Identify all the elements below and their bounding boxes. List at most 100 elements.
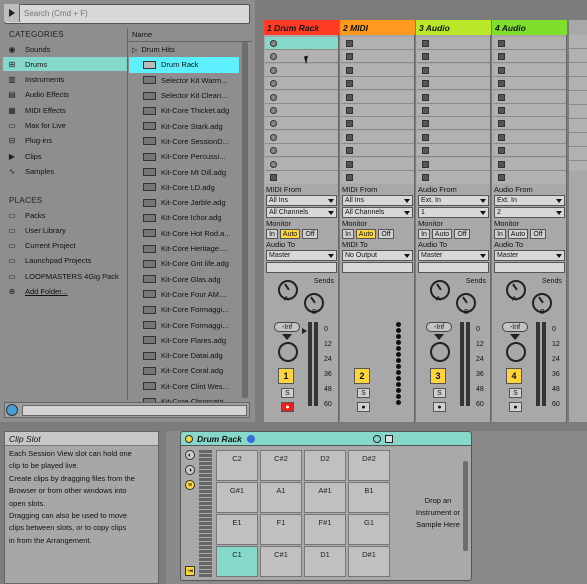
drum-pad[interactable]: D1 — [304, 546, 346, 577]
browser-file-item[interactable]: Drum Rack — [129, 57, 239, 73]
clip-slot[interactable] — [265, 117, 338, 131]
place-item-add-folder[interactable]: ⊕ Add Folder... — [3, 285, 127, 299]
drum-pad[interactable]: D#1 — [348, 546, 390, 577]
pan-knob[interactable] — [278, 342, 298, 362]
clip-stop-icon[interactable] — [422, 133, 429, 141]
browser-file-item[interactable]: Kit-Core Mt Dill.adg — [129, 164, 239, 179]
browser-scrollbar[interactable] — [242, 42, 248, 398]
clip-slot[interactable] — [265, 63, 338, 77]
stop-clips-icon[interactable] — [422, 174, 429, 181]
clip-slot[interactable] — [493, 144, 566, 158]
drum-pad[interactable]: D#2 — [348, 450, 390, 481]
clip-stop-icon[interactable] — [422, 40, 429, 47]
drum-pad[interactable]: D2 — [304, 450, 346, 481]
clip-stop-icon[interactable] — [498, 107, 505, 114]
clip-stop-icon[interactable] — [346, 53, 353, 61]
browser-file-item[interactable]: Kit-Core LD.adg — [129, 180, 239, 195]
clip-stop-icon[interactable] — [498, 80, 505, 88]
place-item-current-project[interactable]: ▭ Current Project — [3, 239, 127, 253]
clip-slot[interactable] — [417, 157, 490, 171]
clip-stop-icon[interactable] — [346, 160, 353, 168]
hot-swap-icon[interactable] — [373, 435, 381, 443]
clip-stop-icon[interactable] — [498, 147, 505, 155]
monitor-in-button[interactable]: In — [342, 229, 354, 239]
monitor-auto-button[interactable]: Auto — [508, 229, 528, 239]
monitor-in-button[interactable]: In — [266, 229, 278, 239]
clip-slot[interactable] — [341, 77, 414, 91]
clip-slot[interactable] — [493, 50, 566, 64]
stop-clips-icon[interactable] — [498, 174, 505, 181]
monitor-in-button[interactable]: In — [494, 229, 506, 239]
browser-file-item[interactable]: Selector Kit Warm... — [129, 73, 239, 88]
arm-button[interactable]: ● — [509, 402, 522, 412]
drum-pad[interactable]: G1 — [348, 514, 390, 545]
device-on-icon[interactable] — [185, 435, 193, 443]
drum-pad[interactable]: F#1 — [304, 514, 346, 545]
category-item-samples[interactable]: ∿ Samples — [3, 164, 127, 178]
track-activator-button[interactable]: 2 — [354, 368, 370, 384]
clip-record-icon[interactable] — [270, 66, 277, 74]
drop-instrument-area[interactable]: Drop an Instrument or Sample Here — [407, 448, 469, 578]
output-channel-select[interactable] — [342, 262, 413, 273]
solo-button[interactable]: S — [509, 388, 522, 398]
drum-pad[interactable]: A1 — [260, 482, 302, 513]
clip-record-icon[interactable] — [270, 160, 277, 168]
clip-stop-icon[interactable] — [498, 40, 505, 47]
place-item-user-library[interactable]: ▭ User Library — [3, 223, 127, 237]
clip-stop-icon[interactable] — [498, 66, 505, 74]
browser-file-item[interactable]: Kit-Core Datai.adg — [129, 348, 239, 363]
drum-pad[interactable]: C#2 — [260, 450, 302, 481]
stop-clips-icon[interactable] — [270, 174, 277, 181]
volume-fader-handle[interactable] — [302, 328, 307, 334]
pan-knob[interactable] — [430, 342, 450, 362]
monitor-off-button[interactable]: Off — [454, 229, 470, 239]
browser-file-item[interactable]: Kit-Core Grit life.adg — [129, 256, 239, 271]
show-chains-icon[interactable]: ◐ — [185, 450, 195, 460]
clip-slot[interactable] — [417, 104, 490, 117]
clip-slot[interactable] — [265, 130, 338, 144]
clip-slot[interactable] — [417, 63, 490, 77]
arm-button[interactable]: ● — [281, 402, 294, 412]
clip-stop-icon[interactable] — [346, 40, 353, 47]
show-io-icon[interactable]: ◑ — [185, 465, 195, 475]
clip-slot[interactable] — [493, 157, 566, 171]
drum-pad[interactable]: F1 — [260, 514, 302, 545]
clip-stop-icon[interactable] — [422, 160, 429, 168]
output-select[interactable]: Master — [494, 250, 565, 261]
clip-slot[interactable] — [417, 77, 490, 91]
clip-record-icon[interactable] — [270, 40, 277, 47]
browser-file-item[interactable]: Kit-Core Flares.adg — [129, 333, 239, 348]
monitor-auto-button[interactable]: Auto — [356, 229, 376, 239]
input-type-select[interactable]: Ext. In — [418, 195, 489, 206]
master-slots[interactable] — [569, 35, 587, 171]
output-channel-select[interactable] — [266, 262, 337, 273]
clip-stop-icon[interactable] — [422, 93, 429, 101]
browser-file-item[interactable]: Kit-Core Formaggi... — [129, 317, 239, 332]
category-item-max-for-live[interactable]: ▭ Max for Live — [3, 119, 127, 133]
preview-toggle-button[interactable] — [6, 404, 18, 416]
input-channel-select[interactable]: All Channels — [342, 207, 413, 218]
drum-pad[interactable]: B1 — [348, 482, 390, 513]
clip-stop-icon[interactable] — [422, 107, 429, 114]
arm-button[interactable]: ● — [433, 402, 446, 412]
track-title[interactable]: 1 Drum Rack — [264, 20, 339, 35]
monitor-off-button[interactable]: Off — [530, 229, 546, 239]
track-title[interactable]: 2 MIDI — [340, 20, 415, 35]
clip-slot[interactable] — [493, 130, 566, 144]
clip-stop-icon[interactable] — [346, 107, 353, 114]
category-item-clips[interactable]: ▶ Clips — [3, 149, 127, 163]
clip-record-icon[interactable] — [270, 93, 277, 101]
clip-slot[interactable] — [417, 130, 490, 144]
output-channel-select[interactable] — [494, 262, 565, 273]
category-item-plug-ins[interactable]: ⊟ Plug-ins — [3, 134, 127, 148]
output-select[interactable]: Master — [418, 250, 489, 261]
clip-record-icon[interactable] — [270, 107, 277, 114]
clip-slot[interactable] — [341, 157, 414, 171]
clip-stop-icon[interactable] — [346, 66, 353, 74]
search-input[interactable] — [24, 6, 248, 20]
browser-file-item[interactable]: Kit-Core Jarble.adg — [129, 195, 239, 210]
category-item-instruments[interactable]: ▥ Instruments — [3, 73, 127, 87]
clip-slot[interactable] — [341, 130, 414, 144]
search-icon[interactable] — [4, 4, 20, 22]
monitor-off-button[interactable]: Off — [378, 229, 394, 239]
